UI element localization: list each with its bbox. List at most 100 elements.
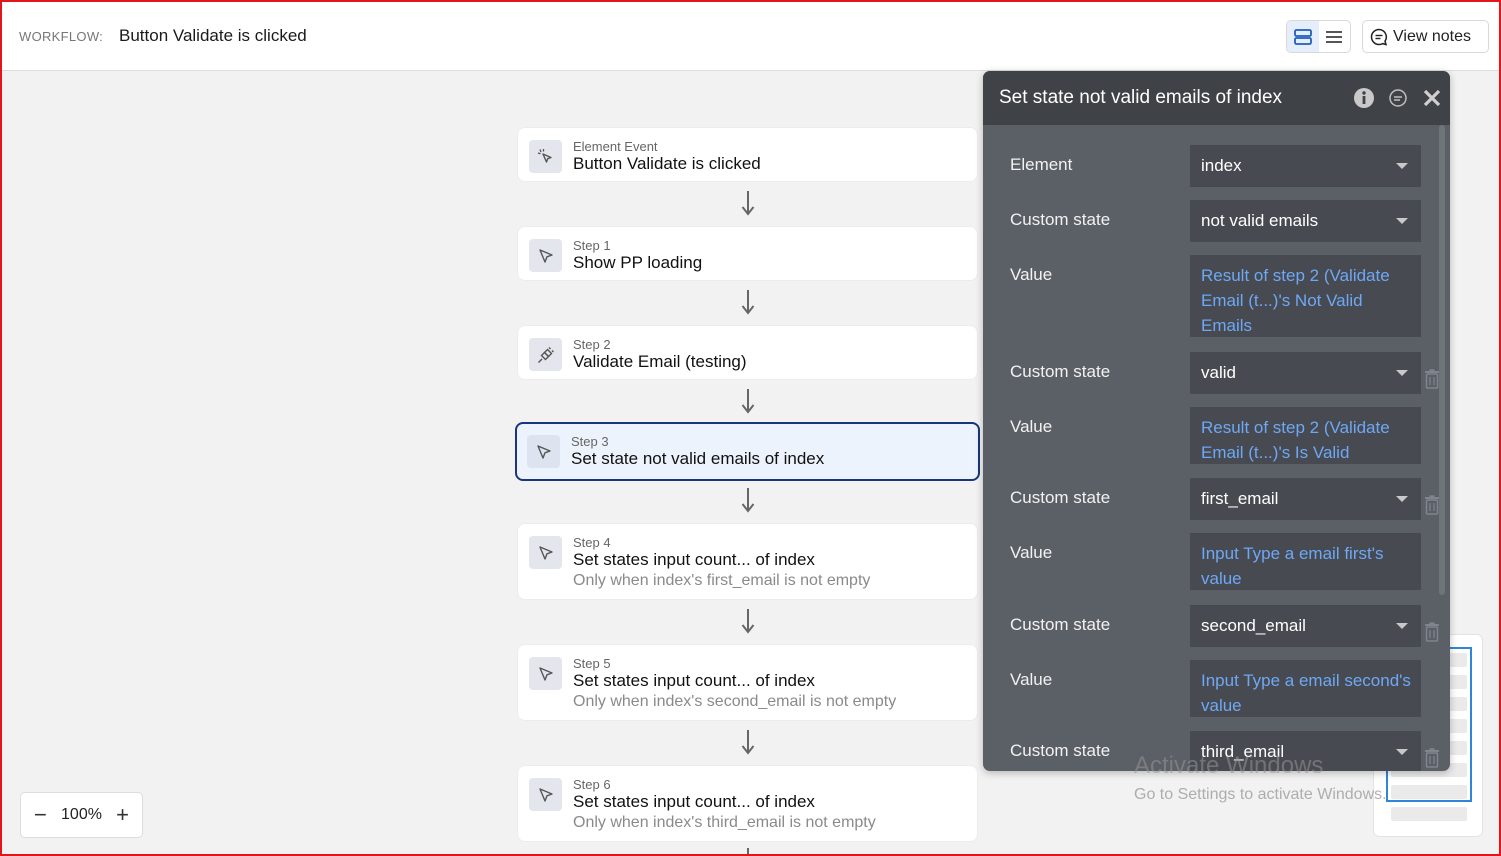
trash-icon[interactable]	[1423, 622, 1441, 642]
step-title: Set states input count... of index	[573, 792, 815, 811]
step-sub-label: Step 4	[573, 535, 611, 550]
field-label: Custom state	[1010, 210, 1111, 229]
comment-button[interactable]	[1386, 86, 1410, 110]
value-expression[interactable]: Result of step 2 (Validate Email (t...)'…	[1190, 407, 1421, 464]
step-card-3-selected[interactable]: Step 3 Set state not valid emails of ind…	[515, 422, 980, 481]
value-expression[interactable]: Input Type a email second's value	[1190, 660, 1421, 717]
pointer-click-icon	[537, 148, 552, 163]
step-condition: Only when index's first_email is not emp…	[573, 572, 871, 589]
comment-icon	[1370, 28, 1388, 46]
step-icon-box	[529, 239, 562, 272]
step-icon-box	[527, 435, 560, 468]
list-view-button[interactable]	[1319, 21, 1351, 52]
event-icon-box	[529, 140, 562, 173]
step-title: Validate Email (testing)	[573, 352, 747, 371]
chevron-down-icon	[1396, 496, 1408, 502]
step-sub-label: Step 6	[573, 777, 611, 792]
custom-state-dropdown[interactable]: valid	[1190, 352, 1421, 394]
step-icon-box	[529, 338, 562, 371]
trash-icon[interactable]	[1423, 495, 1441, 515]
custom-state-dropdown[interactable]: not valid emails	[1190, 200, 1421, 242]
step-title: Set state not valid emails of index	[571, 449, 825, 468]
step-condition: Only when index's second_email is not em…	[573, 693, 897, 710]
dropdown-value: index	[1201, 156, 1242, 175]
value-expression[interactable]: Result of step 2 (Validate Email (t...)'…	[1190, 255, 1421, 337]
trash-icon[interactable]	[1423, 369, 1441, 389]
field-label: Custom state	[1010, 615, 1111, 634]
cursor-icon	[538, 666, 553, 681]
zoom-level: 100%	[61, 806, 102, 823]
view-notes-button[interactable]: View notes	[1362, 20, 1489, 53]
flow-arrow-icon	[741, 191, 755, 216]
chevron-down-icon	[1396, 623, 1408, 629]
cursor-icon	[538, 787, 553, 802]
property-editor-panel: Set state not valid emails of index Elem…	[983, 71, 1450, 771]
trash-icon[interactable]	[1423, 748, 1441, 768]
activate-windows-subtitle: Go to Settings to activate Windows.	[1134, 786, 1387, 803]
field-label: Value	[1010, 417, 1053, 436]
activate-windows-title: Activate Windows	[1134, 752, 1324, 779]
step-title: Set states input count... of index	[573, 671, 815, 690]
list-view-icon	[1326, 30, 1343, 43]
dropdown-value: first_email	[1201, 489, 1279, 508]
cursor-icon	[538, 545, 553, 560]
step-card-4[interactable]: Step 4 Set states input count... of inde…	[517, 523, 978, 600]
custom-state-dropdown[interactable]: first_email	[1190, 478, 1421, 520]
field-label: Value	[1010, 670, 1053, 689]
flow-arrow-icon	[741, 609, 755, 634]
view-toggle	[1286, 20, 1351, 53]
value-expression[interactable]: Input Type a email first's value	[1190, 533, 1421, 590]
minimap-block	[1391, 807, 1467, 821]
flow-arrow-icon	[741, 730, 755, 755]
step-icon-box	[529, 536, 562, 569]
zoom-out-button[interactable]: −	[34, 804, 47, 826]
dropdown-value: second_email	[1201, 616, 1306, 635]
zoom-control: − 100% +	[20, 792, 143, 838]
step-sub-label: Element Event	[573, 139, 658, 154]
workflow-title: Button Validate is clicked	[119, 26, 307, 45]
field-label: Custom state	[1010, 488, 1111, 507]
flow-arrow-icon	[741, 290, 755, 315]
step-sub-label: Step 2	[573, 337, 611, 352]
step-sub-label: Step 5	[573, 656, 611, 671]
step-condition: Only when index's third_email is not emp…	[573, 814, 876, 831]
element-dropdown[interactable]: index	[1190, 145, 1421, 187]
chevron-down-icon	[1396, 163, 1408, 169]
cursor-icon	[536, 444, 551, 459]
step-card-5[interactable]: Step 5 Set states input count... of inde…	[517, 644, 978, 721]
custom-state-dropdown[interactable]: second_email	[1190, 605, 1421, 647]
info-button[interactable]	[1352, 86, 1376, 110]
field-label: Element	[1010, 155, 1073, 174]
view-notes-label: View notes	[1393, 27, 1471, 45]
event-card[interactable]: Element Event Button Validate is clicked	[517, 127, 978, 182]
flow-arrow-icon	[741, 389, 755, 414]
zoom-in-button[interactable]: +	[116, 804, 129, 826]
field-label: Custom state	[1010, 362, 1111, 381]
panel-header: Set state not valid emails of index	[983, 71, 1450, 125]
step-sub-label: Step 3	[571, 434, 609, 449]
info-icon	[1354, 88, 1374, 108]
card-view-icon	[1293, 28, 1312, 45]
field-label: Value	[1010, 265, 1053, 284]
step-icon-box	[529, 657, 562, 690]
field-label: Value	[1010, 543, 1053, 562]
step-card-1[interactable]: Step 1 Show PP loading	[517, 226, 978, 281]
comment-icon	[1389, 89, 1407, 107]
flow-arrow-icon	[741, 488, 755, 513]
panel-scrollbar[interactable]	[1439, 125, 1445, 595]
step-card-6[interactable]: Step 6 Set states input count... of inde…	[517, 765, 978, 842]
close-button[interactable]	[1420, 86, 1444, 110]
dropdown-value: not valid emails	[1201, 211, 1319, 230]
flow-arrow-icon	[747, 848, 749, 856]
step-card-2[interactable]: Step 2 Validate Email (testing)	[517, 325, 978, 380]
step-title: Button Validate is clicked	[573, 154, 761, 173]
step-title: Set states input count... of index	[573, 550, 815, 569]
card-view-button[interactable]	[1287, 21, 1319, 52]
chevron-down-icon	[1396, 749, 1408, 755]
plugin-icon	[537, 346, 554, 363]
panel-title: Set state not valid emails of index	[999, 87, 1283, 108]
close-icon	[1423, 89, 1441, 107]
step-title: Show PP loading	[573, 253, 703, 272]
step-sub-label: Step 1	[573, 238, 611, 253]
chevron-down-icon	[1396, 370, 1408, 376]
